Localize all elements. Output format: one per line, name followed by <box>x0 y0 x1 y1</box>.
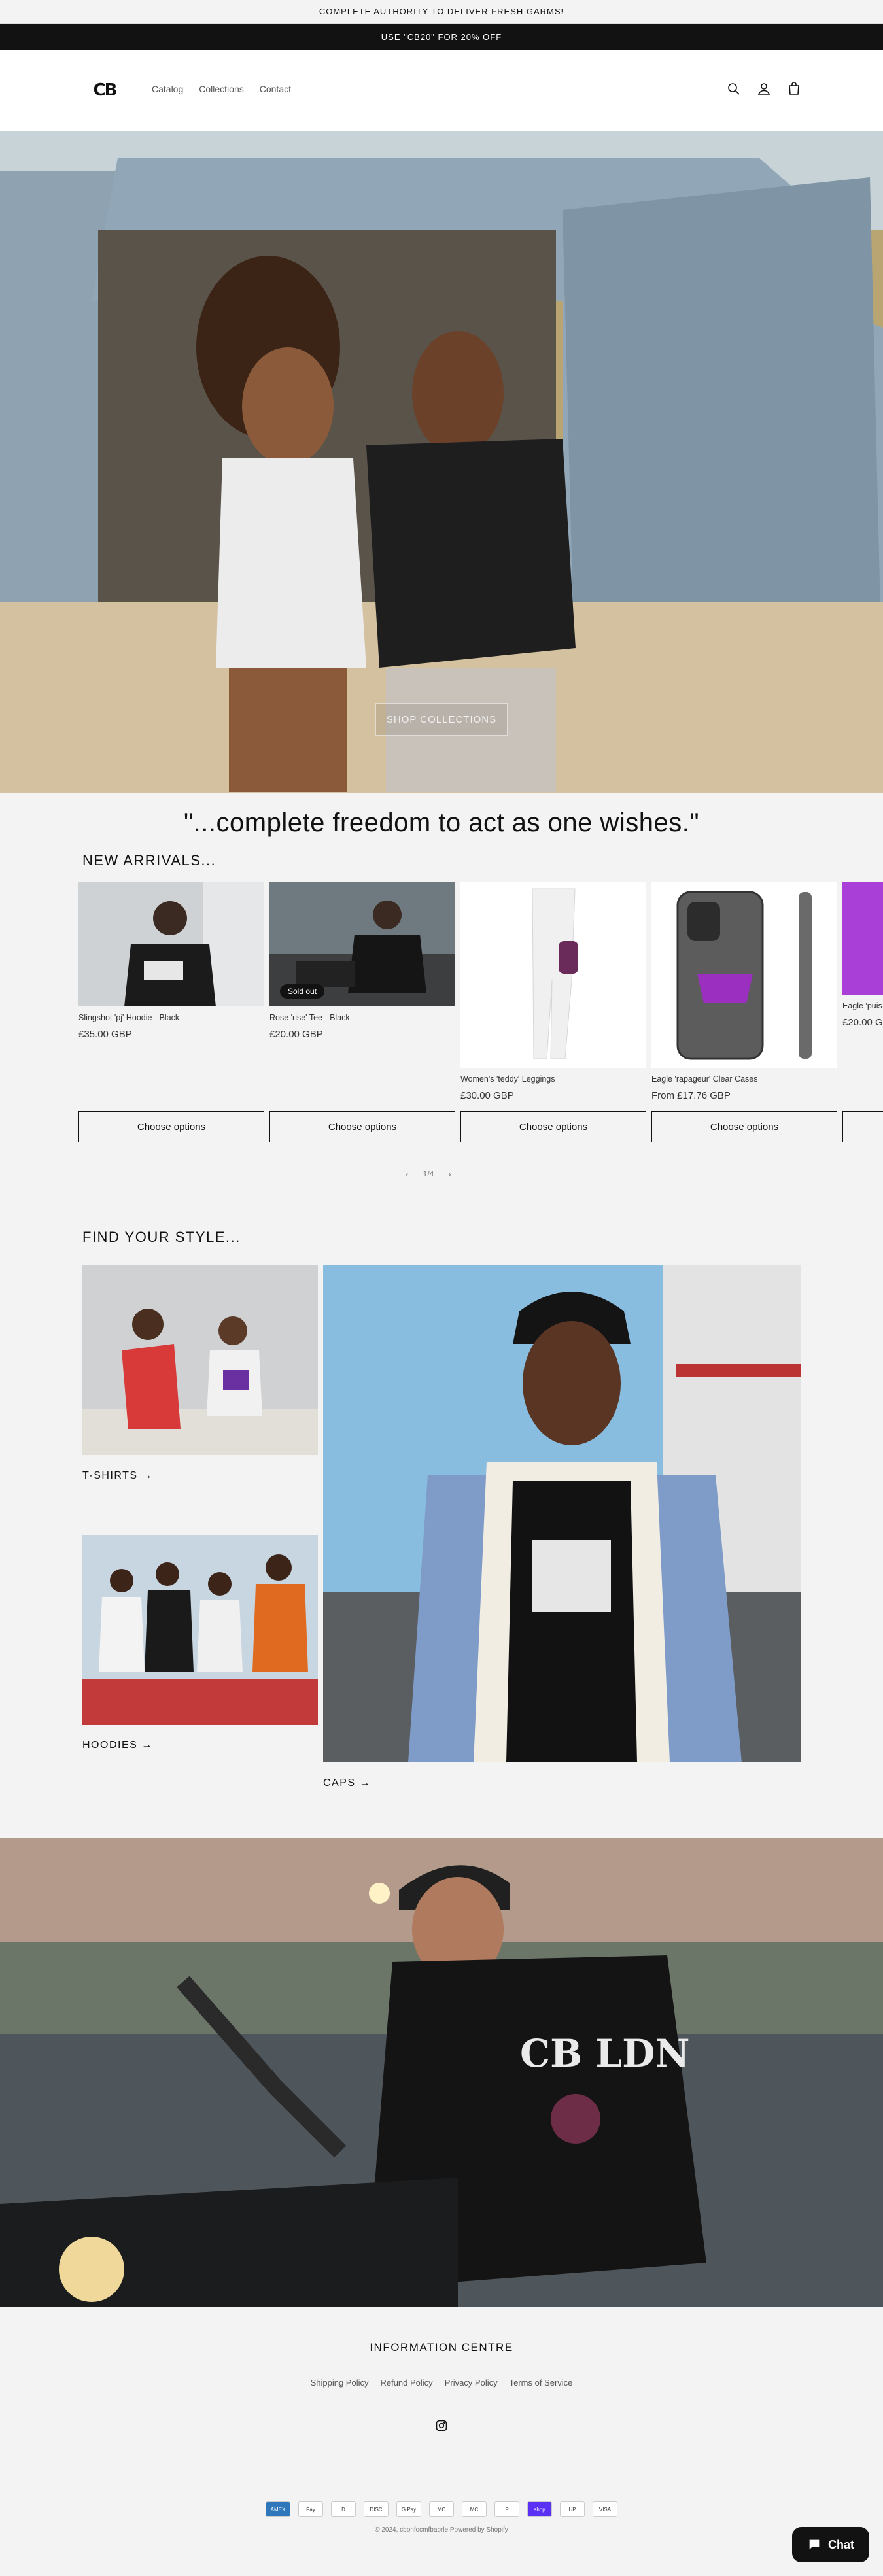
discover-icon: DISC <box>364 2501 389 2517</box>
copyright: © 2024, cbonfocmfbabrle Powered by Shopi… <box>375 2526 508 2533</box>
product-price: From £17.76 GBP <box>651 1090 731 1101</box>
promo-text: USE "CB20" FOR 20% OFF <box>381 31 502 42</box>
footer-link[interactable]: Terms of Service <box>510 2378 573 2388</box>
amex-icon: AMEX <box>266 2501 290 2517</box>
footer-links: Shipping Policy Refund Policy Privacy Po… <box>0 2378 883 2388</box>
shop-collections-button[interactable]: SHOP COLLECTIONS <box>375 703 508 736</box>
collection-image[interactable] <box>82 1535 318 1725</box>
account-icon[interactable] <box>756 81 772 97</box>
nav-catalog[interactable]: Catalog <box>152 84 183 94</box>
product-card[interactable]: Eagle 'rapageur' Clear Cases From £17.76… <box>651 882 837 1101</box>
brand-quote: "...complete freedom to act as one wishe… <box>183 808 700 837</box>
choose-options-button[interactable]: Choose options <box>651 1111 837 1142</box>
find-style-title: FIND YOUR STYLE... <box>82 1229 241 1245</box>
collection-image[interactable] <box>82 1265 318 1455</box>
product-title[interactable]: Slingshot 'pj' Hoodie - Black <box>78 1013 264 1022</box>
cart-icon[interactable] <box>786 81 802 97</box>
choose-options-button[interactable] <box>842 1111 883 1142</box>
product-price: £35.00 GBP <box>78 1029 132 1040</box>
hero-image <box>0 131 883 793</box>
banner-image: CB LDN <box>0 1838 883 2307</box>
apple-pay-icon: Pay <box>298 2501 323 2517</box>
chat-icon <box>809 2539 820 2550</box>
product-image[interactable] <box>651 882 837 1068</box>
google-pay-icon: G Pay <box>396 2501 421 2517</box>
product-carousel: Slingshot 'pj' Hoodie - Black £35.00 GBP… <box>0 882 883 1203</box>
product-title[interactable]: Women's 'teddy' Leggings <box>460 1074 646 1084</box>
paypal-icon: P <box>494 2501 519 2517</box>
search-icon[interactable] <box>726 81 742 97</box>
instagram-icon[interactable] <box>435 2419 448 2432</box>
site-header: CB Catalog Collections Contact <box>0 50 883 131</box>
promo-bar: USE "CB20" FOR 20% OFF <box>0 24 883 50</box>
maestro-icon: MC <box>429 2501 454 2517</box>
choose-options-button[interactable]: Choose options <box>460 1111 646 1142</box>
footer-heading: INFORMATION CENTRE <box>370 2341 513 2354</box>
product-price: £30.00 GBP <box>460 1090 514 1101</box>
chat-button[interactable]: Chat <box>792 2527 869 2562</box>
pager-count: 1/4 <box>423 1169 434 1178</box>
product-image[interactable] <box>460 882 646 1068</box>
chevron-right-icon[interactable]: › <box>448 1169 451 1179</box>
product-image[interactable] <box>78 882 264 1006</box>
union-pay-icon: UP <box>560 2501 585 2517</box>
product-card[interactable]: Sold out Rose 'rise' Tee - Black £20.00 … <box>269 882 455 1040</box>
choose-options-button[interactable]: Choose options <box>78 1111 264 1142</box>
site-footer: INFORMATION CENTRE Shipping Policy Refun… <box>0 2307 883 2533</box>
footer-link[interactable]: Privacy Policy <box>445 2378 498 2388</box>
product-image[interactable]: Sold out <box>269 882 455 1006</box>
collection-label[interactable]: HOODIES → <box>82 1740 318 1751</box>
svg-text:CB LDN: CB LDN <box>520 2031 689 2076</box>
announcement-text: COMPLETE AUTHORITY TO DELIVER FRESH GARM… <box>319 7 564 16</box>
footer-link[interactable]: Shipping Policy <box>311 2378 369 2388</box>
product-card[interactable]: Eagle 'puis £20.00 G <box>842 882 883 1028</box>
footer-link[interactable]: Refund Policy <box>380 2378 432 2388</box>
collections-grid: T-SHIRTS → HOODIES → CAPS → <box>0 1246 883 1838</box>
product-card[interactable]: Slingshot 'pj' Hoodie - Black £35.00 GBP <box>78 882 264 1040</box>
visa-icon: VISA <box>593 2501 617 2517</box>
hero-banner: SHOP COLLECTIONS <box>0 131 883 793</box>
diners-icon: D <box>331 2501 356 2517</box>
new-arrivals-title: NEW ARRIVALS... <box>82 852 216 868</box>
payment-icons: AMEX Pay D DISC G Pay MC MC P shop UP VI… <box>0 2501 883 2517</box>
choose-options-button[interactable]: Choose options <box>269 1111 455 1142</box>
collection-tshirts[interactable]: T-SHIRTS → <box>82 1265 318 1482</box>
collection-hoodies[interactable]: HOODIES → <box>82 1535 318 1751</box>
header-icons <box>726 81 802 97</box>
collection-image[interactable] <box>323 1265 801 1762</box>
product-title[interactable]: Rose 'rise' Tee - Black <box>269 1013 455 1022</box>
product-image[interactable] <box>842 882 883 995</box>
carousel-pager: ‹ 1/4 › <box>406 1169 451 1179</box>
lifestyle-banner: CB LDN <box>0 1838 883 2307</box>
product-price: £20.00 GBP <box>269 1029 323 1040</box>
product-title[interactable]: Eagle 'rapageur' Clear Cases <box>651 1074 837 1084</box>
chevron-left-icon[interactable]: ‹ <box>406 1169 409 1179</box>
shop-pay-icon: shop <box>527 2501 552 2517</box>
mastercard-icon: MC <box>462 2501 487 2517</box>
collection-label[interactable]: CAPS → <box>323 1777 801 1789</box>
nav-contact[interactable]: Contact <box>260 84 291 94</box>
sold-out-badge: Sold out <box>280 984 325 999</box>
product-card[interactable]: Women's 'teddy' Leggings £30.00 GBP <box>460 882 646 1101</box>
logo[interactable]: CB <box>92 78 118 102</box>
chat-label: Chat <box>828 2537 854 2551</box>
main-nav: Catalog Collections Contact <box>152 84 291 94</box>
collection-caps[interactable]: CAPS → <box>323 1265 801 1789</box>
announcement-bar: COMPLETE AUTHORITY TO DELIVER FRESH GARM… <box>0 0 883 24</box>
product-title[interactable]: Eagle 'puis <box>842 1001 883 1010</box>
collection-label[interactable]: T-SHIRTS → <box>82 1470 318 1482</box>
product-price: £20.00 G <box>842 1017 883 1028</box>
nav-collections[interactable]: Collections <box>199 84 243 94</box>
